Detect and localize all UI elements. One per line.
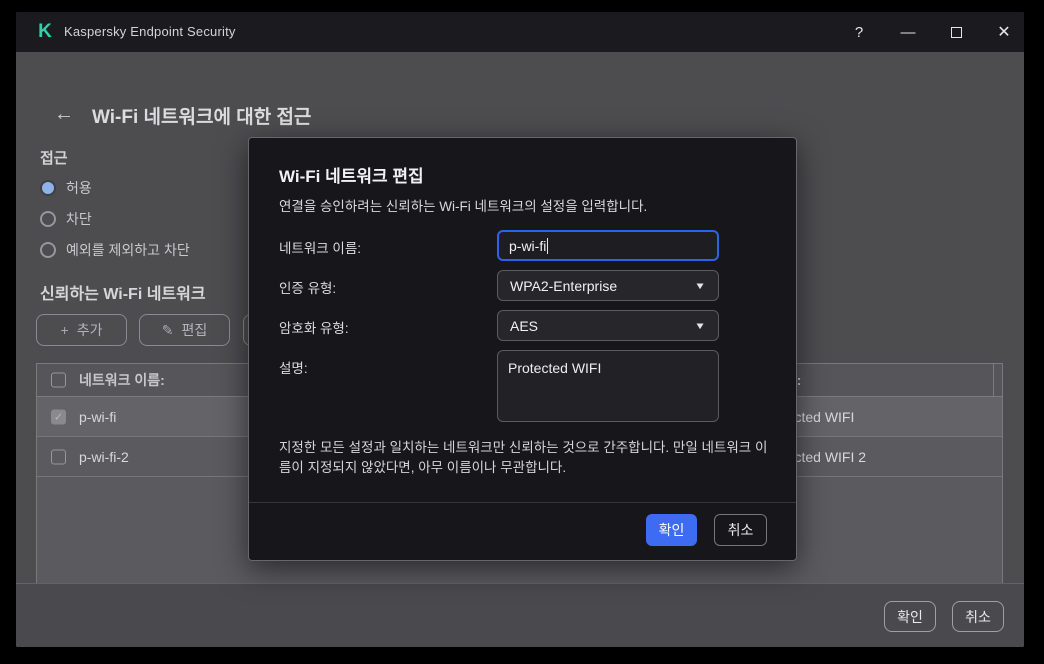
back-arrow-icon[interactable]: ←	[50, 100, 78, 128]
radio-block[interactable]: 차단	[40, 210, 92, 228]
auth-type-label: 인증 유형:	[279, 281, 337, 296]
title-bar: K Kaspersky Endpoint Security ? — ✕	[16, 12, 1024, 52]
network-name-cell: p-wi-fi-2	[79, 448, 129, 465]
radio-block-label: 차단	[66, 211, 92, 227]
network-name-cell: p-wi-fi	[79, 408, 117, 425]
select-all-checkbox[interactable]: ✓	[51, 372, 66, 388]
encryption-type-label: 암호화 유형:	[279, 321, 349, 336]
comment-label: 설명:	[279, 361, 308, 376]
minimize-button[interactable]: —	[893, 17, 923, 47]
dialog-note: 지정한 모든 설정과 일치하는 네트워크만 신뢰하는 것으로 간주합니다. 만일…	[279, 440, 768, 475]
plus-icon: +	[60, 322, 69, 338]
window-title: Kaspersky Endpoint Security	[64, 24, 236, 39]
main-cancel-button[interactable]: 취소	[952, 601, 1004, 632]
chevron-down-icon: ▼	[694, 319, 706, 332]
dialog-footer-divider	[249, 502, 796, 503]
chevron-down-icon: ▼	[694, 279, 706, 292]
main-footer: 확인 취소	[16, 583, 1024, 647]
row-checkbox[interactable]: ✓	[51, 449, 66, 464]
main-ok-button[interactable]: 확인	[884, 601, 936, 632]
encryption-type-value: AES	[510, 317, 539, 334]
network-name-label: 네트워크 이름:	[279, 241, 362, 256]
access-section-label: 접근	[40, 150, 68, 167]
edit-button-label: 편집	[181, 322, 208, 338]
pencil-icon: ✎	[161, 321, 174, 338]
radio-block-with-exceptions-label: 예외를 제외하고 차단	[66, 242, 190, 258]
trusted-networks-title: 신뢰하는 Wi-Fi 네트워크	[40, 286, 206, 303]
radio-icon	[40, 211, 56, 227]
dialog-ok-button[interactable]: 확인	[646, 514, 697, 546]
network-name-value: p-wi-fi	[509, 237, 547, 254]
edit-button[interactable]: ✎ 편집	[139, 314, 230, 346]
maximize-icon	[950, 26, 962, 38]
add-button[interactable]: + 추가	[36, 314, 127, 346]
radio-icon	[40, 242, 56, 258]
page-title: Wi-Fi 네트워크에 대한 접근	[92, 107, 312, 128]
auth-type-select[interactable]: WPA2-Enterprise ▼	[497, 270, 719, 301]
header-scrollbar-divider	[993, 364, 994, 397]
dialog-cancel-button[interactable]: 취소	[714, 514, 767, 546]
radio-icon	[40, 180, 56, 196]
auth-type-value: WPA2-Enterprise	[510, 277, 618, 294]
network-name-input[interactable]: p-wi-fi	[497, 230, 719, 261]
encryption-type-select[interactable]: AES ▼	[497, 310, 719, 341]
desktop-background: K Kaspersky Endpoint Security ? — ✕ ← Wi…	[0, 0, 1044, 664]
add-button-label: 추가	[76, 322, 103, 338]
column-header-name: 네트워크 이름:	[79, 372, 165, 388]
edit-wifi-network-dialog: Wi-Fi 네트워크 편집 연결을 승인하려는 신뢰하는 Wi-Fi 네트워크의…	[248, 137, 797, 561]
help-button[interactable]: ?	[844, 17, 874, 47]
kaspersky-logo-icon: K	[38, 21, 52, 42]
radio-allow-label: 허용	[66, 180, 92, 196]
dialog-title: Wi-Fi 네트워크 편집	[279, 167, 424, 186]
dialog-description: 연결을 승인하려는 신뢰하는 Wi-Fi 네트워크의 설정을 입력합니다.	[279, 199, 648, 214]
radio-allow[interactable]: 허용	[40, 179, 92, 197]
text-caret	[547, 237, 549, 254]
maximize-button[interactable]	[941, 17, 971, 47]
close-button[interactable]: ✕	[989, 17, 1019, 47]
radio-block-with-exceptions[interactable]: 예외를 제외하고 차단	[40, 241, 190, 259]
comment-textarea[interactable]: Protected WIFI	[497, 350, 719, 422]
row-checkbox[interactable]: ✓	[51, 409, 66, 424]
